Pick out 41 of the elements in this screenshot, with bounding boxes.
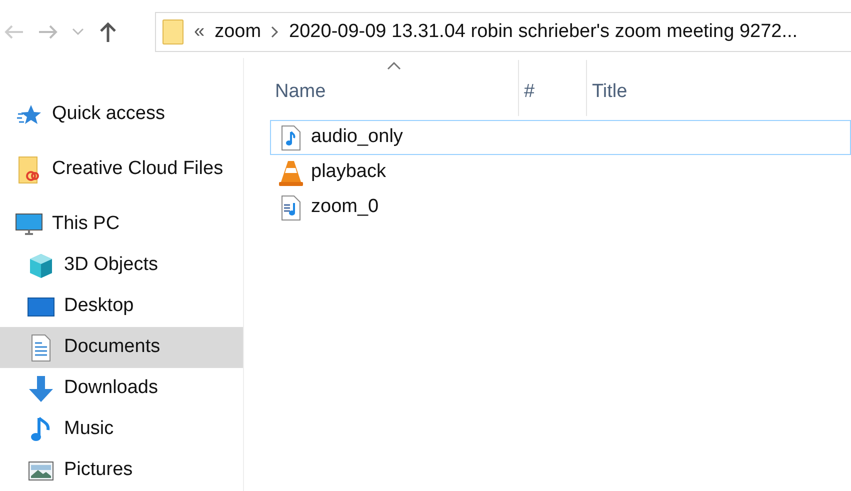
monitor-icon bbox=[15, 212, 43, 236]
up-arrow-icon[interactable] bbox=[98, 21, 118, 43]
sidebar-item[interactable]: Documents bbox=[0, 327, 243, 368]
sort-caret-icon bbox=[387, 62, 401, 70]
document-icon bbox=[30, 334, 52, 362]
star-icon bbox=[17, 104, 41, 126]
sidebar-item[interactable]: This PC bbox=[0, 204, 243, 245]
column-header[interactable]: Title bbox=[586, 60, 851, 116]
audio-file-icon bbox=[281, 124, 301, 150]
music-note-icon bbox=[31, 416, 51, 444]
breadcrumb[interactable]: zoom bbox=[214, 18, 262, 46]
traffic-cone-icon bbox=[279, 160, 303, 186]
sidebar-item[interactable]: Music bbox=[0, 409, 243, 450]
sidebar-item[interactable]: 3D Objects bbox=[0, 245, 243, 286]
sidebar-item[interactable]: Pictures bbox=[0, 450, 243, 491]
address-bar[interactable]: « zoom 2020-09-09 13.31.04 robin schrieber's zoom meeting 9272... bbox=[155, 12, 851, 52]
sidebar-item[interactable]: Downloads bbox=[0, 368, 243, 409]
overflow-chevrons[interactable]: « bbox=[194, 18, 205, 46]
cube-icon bbox=[28, 252, 54, 278]
file-row[interactable]: audio_only bbox=[270, 120, 851, 155]
breadcrumb[interactable]: 2020-09-09 13.31.04 robin schrieber's zoom meeting 9272... bbox=[289, 18, 798, 46]
file-row[interactable]: zoom_0 bbox=[270, 190, 851, 225]
file-name: playback bbox=[311, 160, 386, 184]
picture-icon bbox=[28, 460, 54, 482]
file-name: zoom_0 bbox=[311, 195, 379, 220]
column-header[interactable]: # bbox=[518, 60, 586, 116]
down-arrow-icon bbox=[28, 374, 54, 402]
column-header[interactable]: Name bbox=[270, 60, 518, 116]
chevron-right-icon bbox=[271, 26, 280, 38]
sidebar-item[interactable]: Quick access bbox=[0, 94, 243, 135]
media-file-icon bbox=[281, 194, 301, 220]
desktop-icon bbox=[27, 296, 55, 318]
sidebar-item[interactable]: Creative Cloud Files bbox=[0, 149, 243, 190]
folder-icon bbox=[162, 19, 184, 45]
cloud-folder-icon bbox=[18, 156, 40, 184]
file-name: audio_only bbox=[311, 125, 403, 150]
chevron-down-icon[interactable] bbox=[72, 28, 84, 36]
back-arrow-icon[interactable] bbox=[4, 24, 24, 40]
sidebar-item[interactable]: Desktop bbox=[0, 286, 243, 327]
file-row[interactable]: playback bbox=[270, 155, 851, 190]
forward-arrow-icon[interactable] bbox=[38, 24, 58, 40]
